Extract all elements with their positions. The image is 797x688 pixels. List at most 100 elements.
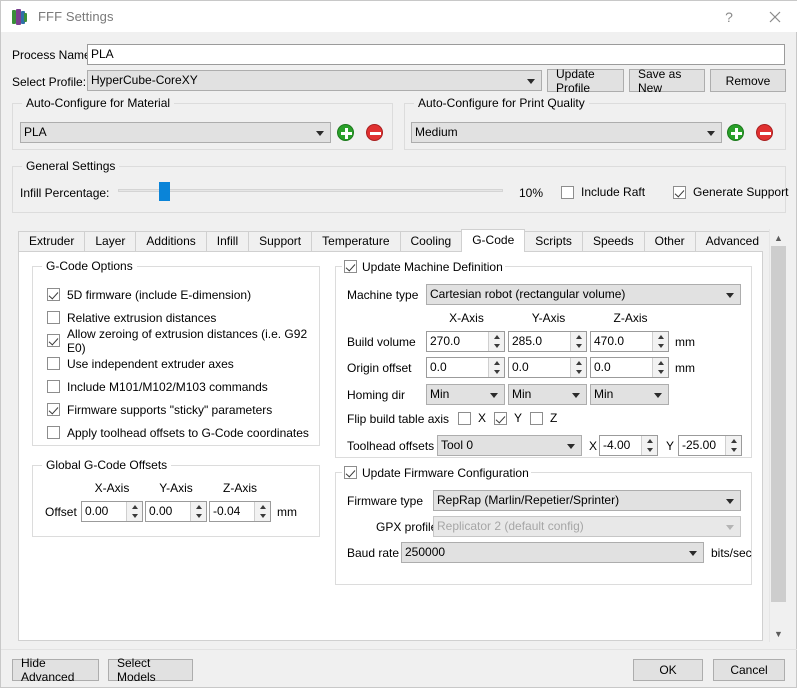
spinner-down-icon[interactable]	[571, 342, 586, 352]
scroll-down-icon[interactable]: ▼	[770, 625, 787, 642]
tab-speeds[interactable]: Speeds	[581, 231, 645, 252]
spinner-buttons[interactable]	[641, 436, 657, 455]
add-quality-icon[interactable]	[727, 124, 744, 141]
spinner-buttons[interactable]	[652, 358, 668, 377]
global-offset-x-spinner[interactable]: 0.00	[81, 501, 143, 522]
gcode-option-checkbox[interactable]: Allow zeroing of extrusion distances (i.…	[47, 327, 319, 355]
spinner-up-icon[interactable]	[642, 436, 657, 446]
tab-other[interactable]: Other	[643, 231, 696, 252]
tab-cooling[interactable]: Cooling	[399, 231, 463, 252]
spinner-up-icon[interactable]	[653, 332, 668, 342]
spinner-down-icon[interactable]	[571, 368, 586, 378]
spinner-down-icon[interactable]	[653, 368, 668, 378]
firmware-config-checkbox[interactable]: Update Firmware Configuration	[344, 466, 529, 480]
build-volume-z-spinner[interactable]: 470.0	[590, 331, 669, 352]
spinner-up-icon[interactable]	[255, 502, 270, 512]
hide-advanced-button[interactable]: Hide Advanced	[12, 656, 99, 684]
firmware-type-combo[interactable]: RepRap (Marlin/Repetier/Sprinter)	[433, 490, 741, 511]
scroll-up-icon[interactable]: ▲	[770, 229, 787, 246]
spinner-buttons[interactable]	[725, 436, 741, 455]
spinner-buttons[interactable]	[126, 502, 142, 521]
origin-offset-y-spinner[interactable]: 0.0	[508, 357, 587, 378]
spinner-buttons[interactable]	[488, 332, 504, 351]
flip-x-checkbox[interactable]: X	[458, 411, 486, 425]
infill-percentage-slider[interactable]	[118, 182, 503, 201]
tab-additions[interactable]: Additions	[135, 231, 207, 252]
tab-support[interactable]: Support	[248, 231, 313, 252]
origin-offset-x-spinner[interactable]: 0.0	[426, 357, 505, 378]
update-profile-button[interactable]: Update Profile	[547, 67, 624, 95]
tab-extruder[interactable]: Extruder	[18, 231, 86, 252]
remove-quality-icon[interactable]	[756, 124, 773, 141]
tab-scripts[interactable]: Scripts	[524, 231, 583, 252]
flip-z-checkbox[interactable]: Z	[530, 411, 557, 425]
spinner-down-icon[interactable]	[489, 368, 504, 378]
spinner-up-icon[interactable]	[191, 502, 206, 512]
spinner-down-icon[interactable]	[255, 512, 270, 522]
gcode-option-checkbox[interactable]: Relative extrusion distances	[47, 307, 319, 328]
settings-tabs[interactable]: Extruder Layer Additions Infill Support Tempe…	[18, 229, 771, 252]
generate-support-checkbox[interactable]: Generate Support	[673, 185, 788, 199]
tab-g-code[interactable]: G-Code	[461, 229, 526, 252]
spinner-buttons[interactable]	[652, 332, 668, 351]
spinner-down-icon[interactable]	[642, 446, 657, 456]
scrollbar-thumb[interactable]	[771, 246, 786, 602]
spinner-buttons[interactable]	[488, 358, 504, 377]
homing-dir-y-combo[interactable]: Min	[508, 384, 587, 405]
include-raft-checkbox[interactable]: Include Raft	[561, 185, 645, 199]
spinner-up-icon[interactable]	[489, 358, 504, 368]
machine-definition-checkbox[interactable]: Update Machine Definition	[344, 260, 503, 274]
build-volume-y-spinner[interactable]: 285.0	[508, 331, 587, 352]
toolhead-tool-combo[interactable]: Tool 0	[437, 435, 582, 456]
spinner-down-icon[interactable]	[191, 512, 206, 522]
origin-offset-z-spinner[interactable]: 0.0	[590, 357, 669, 378]
baud-rate-combo[interactable]: 250000	[401, 542, 704, 563]
spinner-down-icon[interactable]	[127, 512, 142, 522]
global-offset-y-spinner[interactable]: 0.00	[145, 501, 207, 522]
spinner-up-icon[interactable]	[726, 436, 741, 446]
save-as-new-button[interactable]: Save as New	[629, 67, 705, 95]
tab-layer[interactable]: Layer	[84, 231, 137, 252]
spinner-buttons[interactable]	[570, 332, 586, 351]
build-volume-x-spinner[interactable]: 270.0	[426, 331, 505, 352]
process-name-input[interactable]: PLA	[87, 44, 785, 65]
tab-temperature[interactable]: Temperature	[311, 231, 401, 252]
machine-definition-title-wrap[interactable]: Update Machine Definition	[342, 259, 505, 274]
spinner-down-icon[interactable]	[726, 446, 741, 456]
toolhead-x-spinner[interactable]: -4.00	[599, 435, 658, 456]
gcode-option-checkbox[interactable]: Include M101/M102/M103 commands	[47, 376, 319, 397]
slider-thumb[interactable]	[159, 182, 170, 201]
quality-combo[interactable]: Medium	[411, 122, 722, 143]
spinner-up-icon[interactable]	[653, 358, 668, 368]
help-icon[interactable]: ?	[706, 1, 752, 32]
homing-dir-x-combo[interactable]: Min	[426, 384, 505, 405]
spinner-up-icon[interactable]	[489, 332, 504, 342]
spinner-up-icon[interactable]	[127, 502, 142, 512]
spinner-buttons[interactable]	[570, 358, 586, 377]
spinner-up-icon[interactable]	[571, 332, 586, 342]
add-material-icon[interactable]	[337, 124, 354, 141]
cancel-button[interactable]: Cancel	[713, 659, 785, 681]
tab-advanced[interactable]: Advanced	[694, 231, 771, 252]
ok-button[interactable]: OK	[633, 659, 703, 681]
flip-y-checkbox[interactable]: Y	[494, 411, 522, 425]
gcode-option-checkbox[interactable]: Firmware supports "sticky" parameters	[47, 399, 319, 420]
select-models-button[interactable]: Select Models	[108, 656, 193, 684]
machine-type-combo[interactable]: Cartesian robot (rectangular volume)	[426, 284, 741, 305]
vertical-scrollbar[interactable]: ▲ ▼	[769, 229, 786, 642]
global-offset-z-spinner[interactable]: -0.04	[209, 501, 271, 522]
select-profile-combo[interactable]: HyperCube-CoreXY	[87, 70, 542, 91]
gcode-option-checkbox[interactable]: Use independent extruder axes	[47, 353, 319, 374]
remove-profile-button[interactable]: Remove	[710, 69, 786, 92]
spinner-down-icon[interactable]	[653, 342, 668, 352]
gcode-option-checkbox[interactable]: 5D firmware (include E-dimension)	[47, 284, 319, 305]
spinner-buttons[interactable]	[254, 502, 270, 521]
close-icon[interactable]	[752, 1, 797, 32]
gcode-option-checkbox[interactable]: Apply toolhead offsets to G-Code coordin…	[47, 422, 319, 443]
spinner-up-icon[interactable]	[571, 358, 586, 368]
homing-dir-z-combo[interactable]: Min	[590, 384, 669, 405]
material-combo[interactable]: PLA	[20, 122, 331, 143]
toolhead-y-spinner[interactable]: -25.00	[678, 435, 742, 456]
remove-material-icon[interactable]	[366, 124, 383, 141]
firmware-config-title-wrap[interactable]: Update Firmware Configuration	[342, 465, 531, 480]
